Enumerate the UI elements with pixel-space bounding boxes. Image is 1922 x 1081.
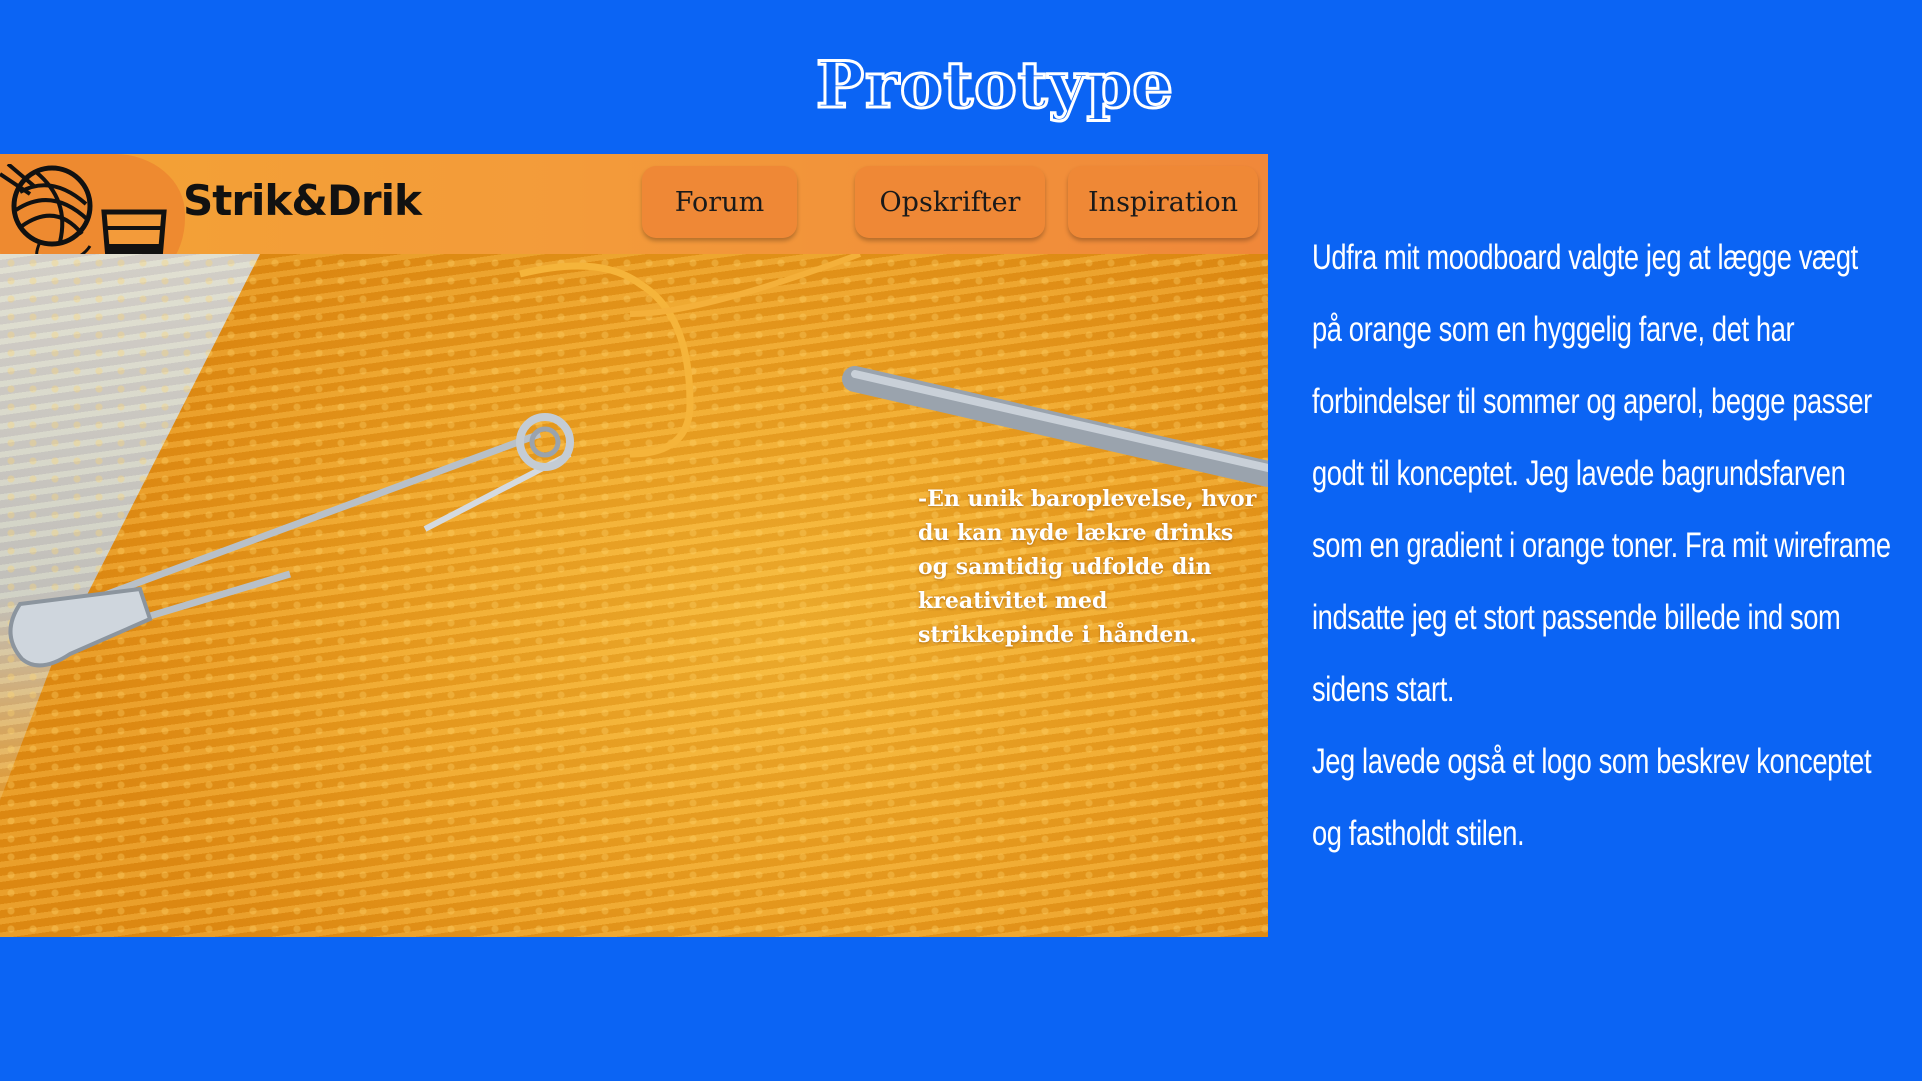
safety-pin-icon [8, 413, 574, 668]
site-header: Strik&Drik Forum Opskrifter Inspiration [0, 154, 1268, 288]
brand-name: Strik&Drik [183, 176, 422, 225]
description-text: Udfra mit moodboard valgte jeg at lægge … [1312, 222, 1892, 870]
hero-image: -En unik baroplevelse, hvor du kan nyde … [0, 254, 1268, 937]
yarn-ball-icon [0, 164, 93, 266]
nav-opskrifter-button[interactable]: Opskrifter [855, 166, 1045, 238]
description-paragraph-2: Jeg lavede også et logo som beskrev konc… [1312, 742, 1872, 853]
slide-title: Prototype [815, 47, 1175, 125]
website-mockup: Strik&Drik Forum Opskrifter Inspiration [0, 154, 1268, 937]
nav-inspiration-button[interactable]: Inspiration [1068, 166, 1258, 238]
hero-tagline: -En unik baroplevelse, hvor du kan nyde … [918, 486, 1257, 648]
crochet-hook-icon [842, 366, 1268, 487]
description-paragraph-1: Udfra mit moodboard valgte jeg at lægge … [1312, 238, 1891, 709]
nav-forum-button[interactable]: Forum [642, 166, 797, 238]
